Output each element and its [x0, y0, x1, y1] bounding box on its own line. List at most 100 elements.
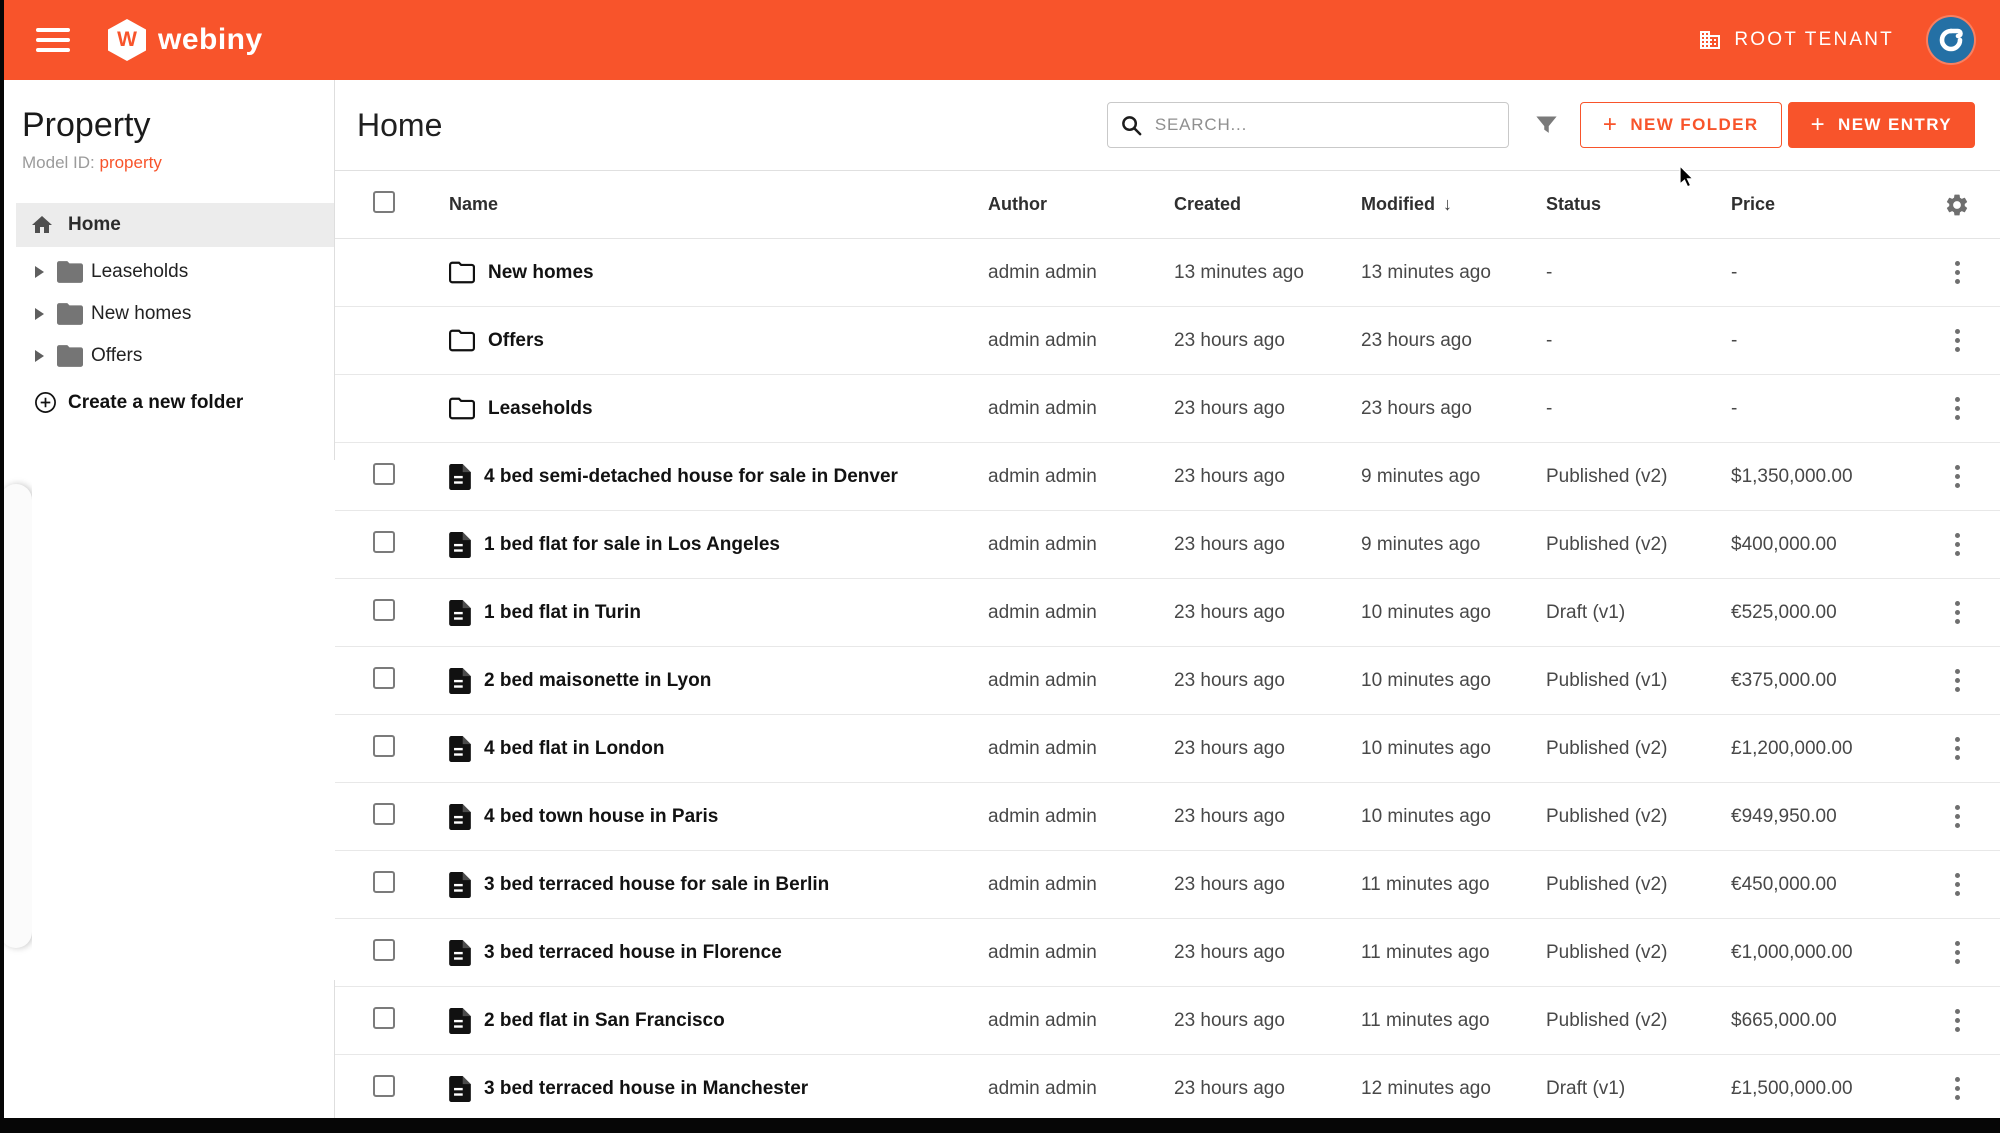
create-folder-button[interactable]: Create a new folder — [4, 391, 334, 414]
column-header-name[interactable]: Name — [449, 194, 988, 215]
select-all-checkbox[interactable] — [373, 191, 395, 213]
table-row[interactable]: 4 bed town house in Paris admin admin 23… — [335, 783, 2000, 851]
row-menu-kebab-icon[interactable] — [1951, 325, 1964, 356]
row-name[interactable]: 3 bed terraced house in Manchester — [484, 1078, 808, 1100]
sidebar-item-home[interactable]: Home — [16, 203, 334, 247]
row-modified: 10 minutes ago — [1361, 670, 1546, 692]
row-status: Published (v2) — [1546, 942, 1731, 964]
table-row[interactable]: Leaseholds admin admin 23 hours ago 23 h… — [335, 375, 2000, 443]
row-name[interactable]: 4 bed town house in Paris — [484, 806, 718, 828]
row-author: admin admin — [988, 262, 1174, 284]
filter-icon[interactable] — [1533, 112, 1560, 139]
document-icon — [449, 736, 471, 762]
row-name[interactable]: Leaseholds — [488, 398, 593, 420]
row-author: admin admin — [988, 330, 1174, 352]
row-menu-kebab-icon[interactable] — [1951, 801, 1964, 832]
row-menu-kebab-icon[interactable] — [1951, 869, 1964, 900]
row-menu-kebab-icon[interactable] — [1951, 597, 1964, 628]
row-price: €450,000.00 — [1731, 874, 1914, 896]
row-created: 23 hours ago — [1174, 738, 1361, 760]
table-row[interactable]: 4 bed semi-detached house for sale in De… — [335, 443, 2000, 511]
document-icon — [449, 464, 471, 490]
row-menu-kebab-icon[interactable] — [1951, 257, 1964, 288]
row-name[interactable]: 3 bed terraced house in Florence — [484, 942, 782, 964]
row-menu-kebab-icon[interactable] — [1951, 529, 1964, 560]
row-checkbox[interactable] — [373, 1075, 395, 1097]
row-menu-kebab-icon[interactable] — [1951, 665, 1964, 696]
row-checkbox[interactable] — [373, 531, 395, 553]
row-checkbox[interactable] — [373, 599, 395, 621]
drawer-edge-shadow — [4, 484, 32, 948]
row-created: 23 hours ago — [1174, 534, 1361, 556]
column-header-modified[interactable]: Modified↓ — [1361, 194, 1546, 215]
user-avatar[interactable] — [1928, 17, 1974, 63]
row-modified: 13 minutes ago — [1361, 262, 1546, 284]
row-created: 23 hours ago — [1174, 806, 1361, 828]
row-modified: 23 hours ago — [1361, 330, 1546, 352]
row-name[interactable]: New homes — [488, 262, 594, 284]
search-input[interactable] — [1155, 115, 1496, 135]
content-header: Home + NEW FOLDER — [335, 80, 2000, 171]
row-checkbox[interactable] — [373, 667, 395, 689]
row-name[interactable]: 2 bed flat in San Francisco — [484, 1010, 725, 1032]
row-menu-kebab-icon[interactable] — [1951, 937, 1964, 968]
row-price: - — [1731, 330, 1914, 352]
row-price: $400,000.00 — [1731, 534, 1914, 556]
table-row[interactable]: 1 bed flat for sale in Los Angeles admin… — [335, 511, 2000, 579]
row-status: Published (v2) — [1546, 874, 1731, 896]
chevron-right-icon[interactable] — [35, 350, 44, 362]
row-checkbox[interactable] — [373, 803, 395, 825]
row-checkbox[interactable] — [373, 735, 395, 757]
model-id-line: Model ID: property — [22, 153, 334, 173]
row-checkbox[interactable] — [373, 1007, 395, 1029]
row-price: £1,200,000.00 — [1731, 738, 1914, 760]
chevron-right-icon[interactable] — [35, 308, 44, 320]
row-menu-kebab-icon[interactable] — [1951, 461, 1964, 492]
webiny-logo[interactable]: W webiny — [108, 19, 263, 61]
new-folder-button[interactable]: + NEW FOLDER — [1580, 102, 1782, 148]
table-row[interactable]: 3 bed terraced house in Florence admin a… — [335, 919, 2000, 987]
table-row[interactable]: 1 bed flat in Turin admin admin 23 hours… — [335, 579, 2000, 647]
column-header-created[interactable]: Created — [1174, 194, 1361, 215]
sidebar-folder-offers[interactable]: Offers — [4, 335, 334, 377]
menu-hamburger-icon[interactable] — [36, 28, 70, 52]
sidebar-folder-new-homes[interactable]: New homes — [4, 293, 334, 335]
column-header-author[interactable]: Author — [988, 194, 1174, 215]
table-row[interactable]: 2 bed maisonette in Lyon admin admin 23 … — [335, 647, 2000, 715]
new-entry-button[interactable]: + NEW ENTRY — [1788, 102, 1975, 148]
table-settings-button[interactable] — [1914, 192, 2000, 218]
row-name[interactable]: 4 bed semi-detached house for sale in De… — [484, 466, 898, 488]
row-checkbox[interactable] — [373, 939, 395, 961]
row-price: $1,350,000.00 — [1731, 466, 1914, 488]
table-row[interactable]: Offers admin admin 23 hours ago 23 hours… — [335, 307, 2000, 375]
sidebar-folder-leaseholds[interactable]: Leaseholds — [4, 251, 334, 293]
row-menu-kebab-icon[interactable] — [1951, 393, 1964, 424]
row-name[interactable]: Offers — [488, 330, 544, 352]
gear-icon — [1944, 192, 1970, 218]
row-name[interactable]: 1 bed flat for sale in Los Angeles — [484, 534, 780, 556]
row-menu-kebab-icon[interactable] — [1951, 1073, 1964, 1104]
table-row[interactable]: 2 bed flat in San Francisco admin admin … — [335, 987, 2000, 1055]
tenant-selector[interactable]: ROOT TENANT — [1698, 28, 1894, 52]
row-menu-kebab-icon[interactable] — [1951, 1005, 1964, 1036]
row-name[interactable]: 1 bed flat in Turin — [484, 602, 641, 624]
row-created: 23 hours ago — [1174, 874, 1361, 896]
table-row[interactable]: 3 bed terraced house for sale in Berlin … — [335, 851, 2000, 919]
row-checkbox[interactable] — [373, 463, 395, 485]
row-checkbox[interactable] — [373, 871, 395, 893]
row-name[interactable]: 2 bed maisonette in Lyon — [484, 670, 711, 692]
search-box[interactable] — [1107, 102, 1509, 148]
folder-icon — [57, 261, 83, 283]
column-header-price[interactable]: Price — [1731, 194, 1914, 215]
row-status: Published (v2) — [1546, 806, 1731, 828]
row-price: €525,000.00 — [1731, 602, 1914, 624]
table-row[interactable]: 3 bed terraced house in Manchester admin… — [335, 1055, 2000, 1118]
chevron-right-icon[interactable] — [35, 266, 44, 278]
table-row[interactable]: New homes admin admin 13 minutes ago 13 … — [335, 239, 2000, 307]
column-header-status[interactable]: Status — [1546, 194, 1731, 215]
row-status: - — [1546, 330, 1731, 352]
row-menu-kebab-icon[interactable] — [1951, 733, 1964, 764]
row-name[interactable]: 3 bed terraced house for sale in Berlin — [484, 874, 829, 896]
table-row[interactable]: 4 bed flat in London admin admin 23 hour… — [335, 715, 2000, 783]
row-name[interactable]: 4 bed flat in London — [484, 738, 664, 760]
